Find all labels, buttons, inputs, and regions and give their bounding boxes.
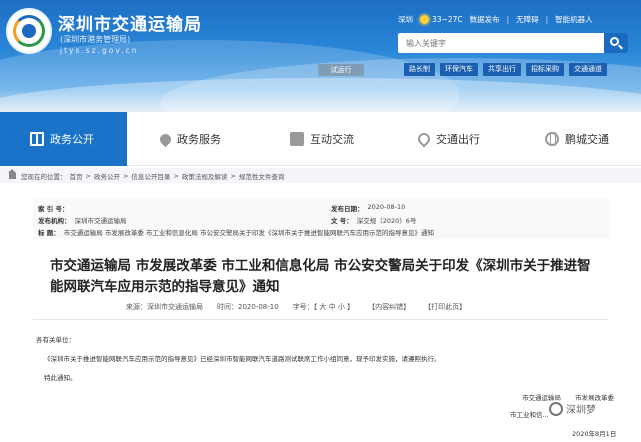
meta-index-row: 索 引 号：	[38, 203, 73, 213]
quick-link-traffic-channel[interactable]: 交通通道	[569, 63, 607, 76]
nav-label: 互动交流	[310, 133, 354, 146]
meta-date-row: 发布日期： 2020-08-10	[331, 203, 405, 213]
site-title[interactable]: 深圳市交通运输局	[58, 10, 202, 35]
globe-icon	[545, 132, 559, 146]
breadcrumb-item-normative-docs[interactable]: 规范性文件查询	[239, 171, 285, 181]
meta-org-val: 深圳市交通运输局	[74, 217, 127, 225]
book-icon	[30, 132, 44, 146]
quick-link-shared-travel[interactable]: 共享出行	[483, 63, 521, 76]
watermark: 深圳梦	[546, 400, 599, 417]
meta-doc-key: 文 号：	[331, 217, 353, 225]
city-label: 深圳	[398, 15, 413, 24]
watermark-text: 深圳梦	[566, 405, 596, 416]
data-release-link[interactable]: 数据发布	[470, 14, 500, 25]
home-icon	[8, 168, 16, 179]
breadcrumb-separator: >	[122, 171, 129, 180]
nav-item-travel[interactable]: 交通出行	[415, 112, 480, 166]
main-nav: 政务公开 政务服务 互动交流 交通出行 鹏城交通	[0, 112, 641, 166]
heart-hand-icon	[157, 131, 174, 147]
site-url: jtys.sz.gov.cn	[60, 46, 139, 55]
search-icon-handle	[618, 44, 623, 50]
signature-date: 2020年8月1日	[572, 430, 617, 438]
breadcrumb: 您现在的位置： 首页 > 政务公开 > 信息公开目录 > 政策法规及解读 > 规…	[0, 168, 641, 183]
quick-links: 路长制 环保汽车 共享出行 招标采购 交通通道	[404, 63, 607, 76]
breadcrumb-item-gov-affairs[interactable]: 政务公开	[94, 171, 120, 181]
nav-label: 政务服务	[177, 133, 221, 146]
article-source: 来源：深圳市交通运输局	[126, 303, 203, 311]
accessibility-link[interactable]: 无障碍	[516, 14, 539, 25]
print-link[interactable]: 【打印此页】	[424, 302, 466, 312]
breadcrumb-item-catalog[interactable]: 信息公开目录	[131, 171, 170, 181]
divider	[33, 319, 609, 320]
nav-item-gov-services[interactable]: 政务服务	[157, 112, 221, 166]
quick-link-road-chief[interactable]: 路长制	[404, 63, 435, 76]
search-button[interactable]	[604, 33, 628, 53]
article-info-bar: 来源：深圳市交通运输局 时间：2020-08-10 字号：【 大 中 小 】 【…	[126, 302, 466, 312]
font-size-control[interactable]: 字号：【 大 中 小 】	[293, 302, 354, 312]
weather-widget: 33~27C	[420, 15, 463, 24]
correction-link[interactable]: 【内容纠错】	[368, 302, 410, 312]
document-meta-table: 索 引 号： 发布日期： 2020-08-10 发布机构： 深圳市交通运输局 文…	[33, 199, 609, 239]
separator: |	[545, 15, 549, 24]
site-logo-emblem[interactable]	[6, 8, 52, 54]
breadcrumb-separator: >	[85, 171, 91, 180]
sun-icon	[420, 15, 429, 24]
nav-item-pengcheng[interactable]: 鹏城交通	[545, 112, 609, 166]
meta-title-val: 市交通运输局 市发展改革委 市工业和信息化局 市公安交警局关于印发《深圳市关于推…	[63, 229, 434, 237]
quick-link-procurement[interactable]: 招标采购	[526, 63, 564, 76]
article-time: 时间：2020-08-10	[217, 303, 279, 311]
site-header: 深圳市交通运输局 (深圳市港务管理局) jtys.sz.gov.cn 深圳 33…	[0, 0, 641, 112]
nav-item-gov-affairs[interactable]: 政务公开	[0, 112, 127, 166]
article-greeting: 各有关单位：	[36, 336, 75, 344]
article-closing: 特此通知。	[44, 374, 77, 382]
temperature: 33~27C	[432, 15, 463, 24]
nav-label: 鹏城交通	[565, 133, 609, 146]
meta-index-key: 索 引 号：	[38, 205, 69, 213]
breadcrumb-item-home[interactable]: 首页	[70, 171, 83, 181]
meta-org-row: 发布机构： 深圳市交通运输局	[38, 215, 127, 225]
signature-miit: 市工业和信...	[510, 411, 549, 419]
breadcrumb-item-policy[interactable]: 政策法规及解读	[182, 171, 228, 181]
separator: |	[506, 15, 510, 24]
meta-title-row: 标 题： 市交通运输局 市发展改革委 市工业和信息化局 市公安交警局关于印发《深…	[38, 227, 604, 237]
article-title: 市交通运输局 市发展改革委 市工业和信息化局 市公安交警局关于印发《深圳市关于推…	[50, 258, 591, 295]
search-input[interactable]	[398, 33, 603, 53]
breadcrumb-separator: >	[230, 171, 236, 180]
search-box	[398, 33, 628, 53]
article-paragraph: 《深圳市关于推进智能网联汽车应用示范的指导意见》已经深圳市智能网联汽车道路测试联…	[44, 355, 441, 363]
top-links: 深圳 33~27C 数据发布 | 无障碍 | 智能机器人	[398, 14, 593, 25]
breadcrumb-separator: >	[173, 171, 179, 180]
chat-icon	[290, 132, 304, 146]
meta-org-key: 发布机构：	[38, 217, 71, 225]
logo-core	[22, 24, 36, 38]
meta-title-key: 标 题：	[38, 229, 60, 237]
nav-label: 交通出行	[436, 133, 480, 146]
robot-link[interactable]: 智能机器人	[555, 14, 593, 25]
breadcrumb-prefix: 您现在的位置：	[21, 172, 67, 181]
meta-date-key: 发布日期：	[331, 205, 364, 213]
watermark-icon	[549, 401, 563, 416]
site-subtitle: (深圳市港务管理局)	[60, 35, 131, 44]
nav-label: 政务公开	[50, 133, 94, 146]
meta-date-val: 2020-08-10	[367, 203, 406, 211]
meta-doc-row: 文 号： 深交规〔2020〕6号	[331, 215, 416, 225]
trial-run-tag: 试运行	[318, 64, 364, 76]
nav-item-interaction[interactable]: 互动交流	[290, 112, 354, 166]
location-pin-icon	[415, 130, 433, 148]
quick-link-eco-car[interactable]: 环保汽车	[440, 63, 478, 76]
meta-doc-val: 深交规〔2020〕6号	[356, 217, 417, 225]
